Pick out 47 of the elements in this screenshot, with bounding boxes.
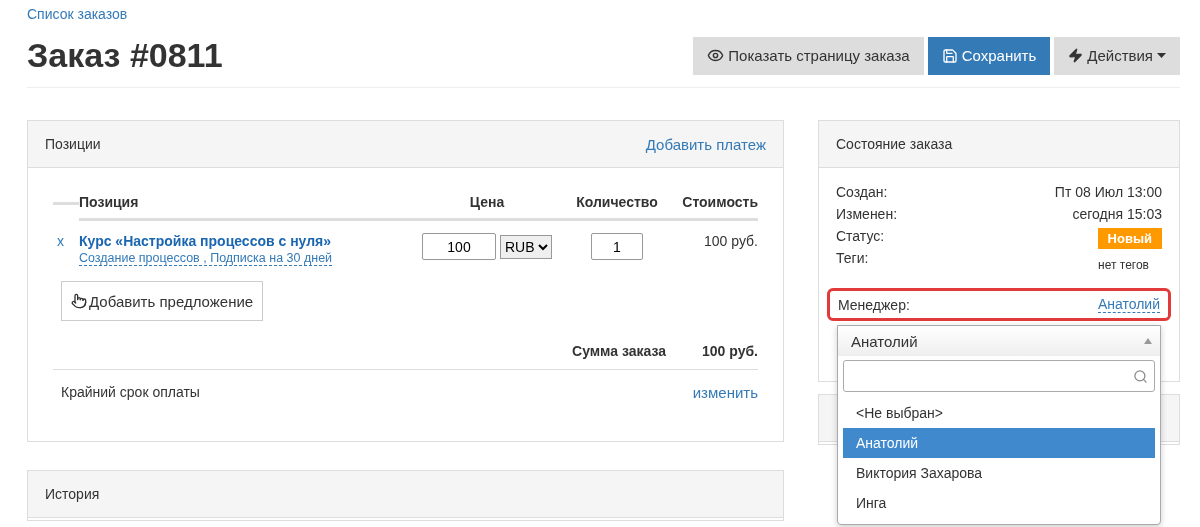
column-header: Позиция [79,184,402,221]
page-title: Заказ #0811 [27,36,223,75]
field-label: Статус: [836,228,885,244]
field-label: Изменен: [836,206,898,222]
status-badge: Новый [1097,228,1162,249]
field-value: Пт 08 Июл 13:00 [1054,184,1162,200]
change-link[interactable]: изменить [692,384,758,401]
search-icon [1133,368,1148,384]
column-header: Количество [572,184,662,221]
remove-link[interactable]: x [53,233,79,249]
field-label: Менеджер: [838,296,910,313]
panel-title: Состояние заказа [836,136,953,152]
breadcrumb-link[interactable]: Список заказов [27,6,128,22]
actions-dropdown-button[interactable]: Действия [1054,36,1180,75]
panel-title: Позиции [45,136,101,152]
pointer-hand-icon [71,293,87,309]
deadline-label: Крайний срок оплаты [61,384,200,401]
lightning-icon [1068,48,1084,63]
dropdown-option[interactable]: <Не выбран> [843,398,1155,428]
total-label: Сумма заказа [572,343,667,359]
offer-link[interactable]: Создание процессов , Подписка на 30 дней [79,251,333,266]
save-button[interactable]: Сохранить [927,36,1051,75]
add-offer-button[interactable]: Добавить предложение [61,281,264,321]
tags-text: нет тегов [1098,258,1149,272]
manager-link[interactable]: Анатолий [1097,296,1160,313]
field-value: сегодня 15:03 [1072,206,1162,222]
field-label: Теги: [836,250,869,266]
currency-select[interactable]: RUB [500,234,552,259]
dropdown-option[interactable]: Анатолий [843,428,1155,458]
caret-up-icon [1144,338,1152,344]
dropdown-option[interactable]: Виктория Захарова [843,458,1155,488]
price-input[interactable]: 100 [422,233,496,260]
total-value: 100 руб. [702,343,758,359]
eye-icon [707,47,725,64]
column-header: Цена [402,184,572,221]
caret-icon [1157,53,1166,58]
add-payment-link[interactable]: Добавить платеж [645,135,766,153]
cost-text: 100 руб. [704,233,758,249]
search-field[interactable] [843,360,1155,392]
dropdown-current[interactable]: Анатолий [838,326,1160,356]
dropdown-option[interactable]: Инга [843,488,1155,518]
quantity-input[interactable]: 1 [591,233,643,260]
panel-title: История [45,486,100,502]
field-label: Создан: [836,184,888,200]
view-page-button[interactable]: Показать страницу заказа [693,36,924,75]
column-header: Стоимость [662,184,758,221]
product-link[interactable]: Курс «Настройка процессов с нуля» [79,233,402,249]
